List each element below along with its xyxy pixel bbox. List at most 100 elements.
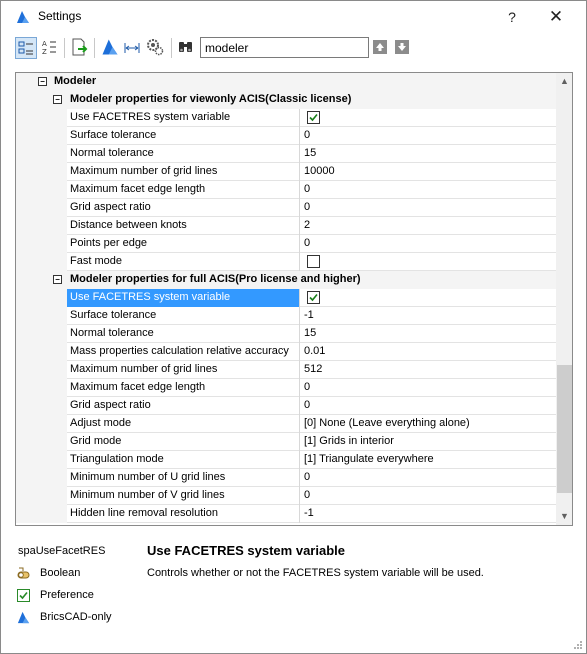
- categorized-view-button[interactable]: [15, 37, 37, 59]
- property-row[interactable]: Maximum number of grid lines 10000: [16, 163, 556, 181]
- property-name[interactable]: Adjust mode: [67, 415, 300, 433]
- resize-grip-icon[interactable]: [573, 640, 583, 650]
- property-name[interactable]: Points per edge: [67, 235, 300, 253]
- help-button[interactable]: ?: [499, 5, 525, 29]
- property-row[interactable]: Fast mode: [16, 253, 556, 271]
- scroll-down-arrow[interactable]: ▼: [556, 508, 572, 525]
- property-name[interactable]: Grid aspect ratio: [67, 397, 300, 415]
- property-name[interactable]: Maximum number of grid lines: [67, 361, 300, 379]
- property-name[interactable]: Fast mode: [67, 253, 300, 271]
- property-name[interactable]: Grid mode: [67, 433, 300, 451]
- bricscad-filter-button[interactable]: [100, 37, 122, 59]
- property-row[interactable]: Distance between knots 2: [16, 217, 556, 235]
- section-header-row[interactable]: − Modeler properties for viewonly ACIS(Cl…: [16, 91, 556, 109]
- property-name[interactable]: Normal tolerance: [67, 145, 300, 163]
- row-gutter: [16, 505, 67, 523]
- property-value[interactable]: 0: [301, 397, 556, 415]
- find-previous-button[interactable]: [373, 40, 387, 54]
- property-name[interactable]: Normal tolerance: [67, 325, 300, 343]
- property-name[interactable]: Triangulation mode: [67, 451, 300, 469]
- collapse-toggle[interactable]: −: [38, 77, 47, 86]
- checkbox-unchecked[interactable]: [307, 255, 320, 268]
- property-row[interactable]: Surface tolerance -1: [16, 307, 556, 325]
- checkbox-checked[interactable]: [307, 291, 320, 304]
- property-name[interactable]: Minimum number of U grid lines: [67, 469, 300, 487]
- property-row[interactable]: Minimum number of U grid lines 0: [16, 469, 556, 487]
- property-value[interactable]: [301, 289, 556, 307]
- storage-label: Preference: [40, 589, 94, 601]
- scroll-thumb[interactable]: [557, 365, 572, 493]
- category-row[interactable]: − Modeler: [16, 73, 556, 91]
- property-value[interactable]: [301, 109, 556, 127]
- property-name[interactable]: Use FACETRES system variable: [67, 109, 300, 127]
- property-value[interactable]: 15: [301, 325, 556, 343]
- property-name[interactable]: Maximum facet edge length: [67, 379, 300, 397]
- property-value[interactable]: -1: [301, 505, 556, 523]
- property-row[interactable]: Points per edge 0: [16, 235, 556, 253]
- property-value[interactable]: 0: [301, 487, 556, 505]
- row-gutter: [16, 127, 67, 145]
- find-button[interactable]: [176, 37, 198, 59]
- property-row[interactable]: Normal tolerance 15: [16, 325, 556, 343]
- property-row[interactable]: Maximum number of grid lines 512: [16, 361, 556, 379]
- scroll-up-arrow[interactable]: ▲: [556, 73, 572, 90]
- settings-gear-button[interactable]: [145, 37, 167, 59]
- property-value[interactable]: 0: [301, 181, 556, 199]
- property-value[interactable]: 512: [301, 361, 556, 379]
- categorized-view-icon: [18, 41, 33, 55]
- checkbox-checked[interactable]: [307, 111, 320, 124]
- section-header-row[interactable]: − Modeler properties for full ACIS(Pro li…: [16, 271, 556, 289]
- close-button[interactable]: ✕: [541, 5, 571, 29]
- scope-label: BricsCAD-only: [40, 611, 112, 623]
- property-row[interactable]: Adjust mode [0] None (Leave everything al…: [16, 415, 556, 433]
- property-name[interactable]: Surface tolerance: [67, 307, 300, 325]
- property-name[interactable]: Mass properties calculation relative acc…: [67, 343, 300, 361]
- property-name[interactable]: Grid aspect ratio: [67, 199, 300, 217]
- export-button[interactable]: [69, 37, 91, 59]
- property-value[interactable]: 0: [301, 127, 556, 145]
- property-row[interactable]: Grid mode [1] Grids in interior: [16, 433, 556, 451]
- property-value[interactable]: [301, 253, 556, 271]
- property-value[interactable]: 0: [301, 199, 556, 217]
- property-row[interactable]: Grid aspect ratio 0: [16, 397, 556, 415]
- row-gutter: [16, 235, 67, 253]
- property-row[interactable]: Maximum facet edge length 0: [16, 181, 556, 199]
- property-value[interactable]: 2: [301, 217, 556, 235]
- property-name[interactable]: Maximum number of grid lines: [67, 163, 300, 181]
- property-row[interactable]: Triangulation mode [1] Triangulate everyw…: [16, 451, 556, 469]
- property-row[interactable]: Surface tolerance 0: [16, 127, 556, 145]
- property-value[interactable]: [0] None (Leave everything alone): [301, 415, 556, 433]
- property-name[interactable]: Maximum facet edge length: [67, 181, 300, 199]
- property-row[interactable]: Use FACETRES system variable: [16, 109, 556, 127]
- property-name[interactable]: Surface tolerance: [67, 127, 300, 145]
- property-name[interactable]: Minimum number of V grid lines: [67, 487, 300, 505]
- row-gutter: [16, 451, 67, 469]
- property-row[interactable]: Hidden line removal resolution -1: [16, 505, 556, 523]
- property-name[interactable]: Use FACETRES system variable: [67, 289, 300, 307]
- vertical-scrollbar[interactable]: ▲ ▼: [556, 73, 572, 525]
- property-row[interactable]: Grid aspect ratio 0: [16, 199, 556, 217]
- property-row[interactable]: Normal tolerance 15: [16, 145, 556, 163]
- property-row[interactable]: Use FACETRES system variable: [16, 289, 556, 307]
- alphabetical-view-button[interactable]: A Z: [39, 37, 61, 59]
- property-value[interactable]: [1] Triangulate everywhere: [301, 451, 556, 469]
- find-next-button[interactable]: [395, 40, 409, 54]
- property-name[interactable]: Hidden line removal resolution: [67, 505, 300, 523]
- property-row[interactable]: Maximum facet edge length 0: [16, 379, 556, 397]
- dimension-button[interactable]: [122, 37, 144, 59]
- property-value[interactable]: 0: [301, 469, 556, 487]
- property-value[interactable]: -1: [301, 307, 556, 325]
- property-value[interactable]: 0.01: [301, 343, 556, 361]
- search-input[interactable]: [200, 37, 369, 58]
- property-value[interactable]: 0: [301, 235, 556, 253]
- property-value[interactable]: [1] Grids in interior: [301, 433, 556, 451]
- collapse-toggle[interactable]: −: [53, 275, 62, 284]
- property-value[interactable]: 0: [301, 379, 556, 397]
- property-row[interactable]: Minimum number of V grid lines 0: [16, 487, 556, 505]
- property-value[interactable]: 10000: [301, 163, 556, 181]
- collapse-toggle[interactable]: −: [53, 95, 62, 104]
- property-row[interactable]: Mass properties calculation relative acc…: [16, 343, 556, 361]
- property-name[interactable]: Distance between knots: [67, 217, 300, 235]
- binoculars-icon: [179, 42, 192, 52]
- property-value[interactable]: 15: [301, 145, 556, 163]
